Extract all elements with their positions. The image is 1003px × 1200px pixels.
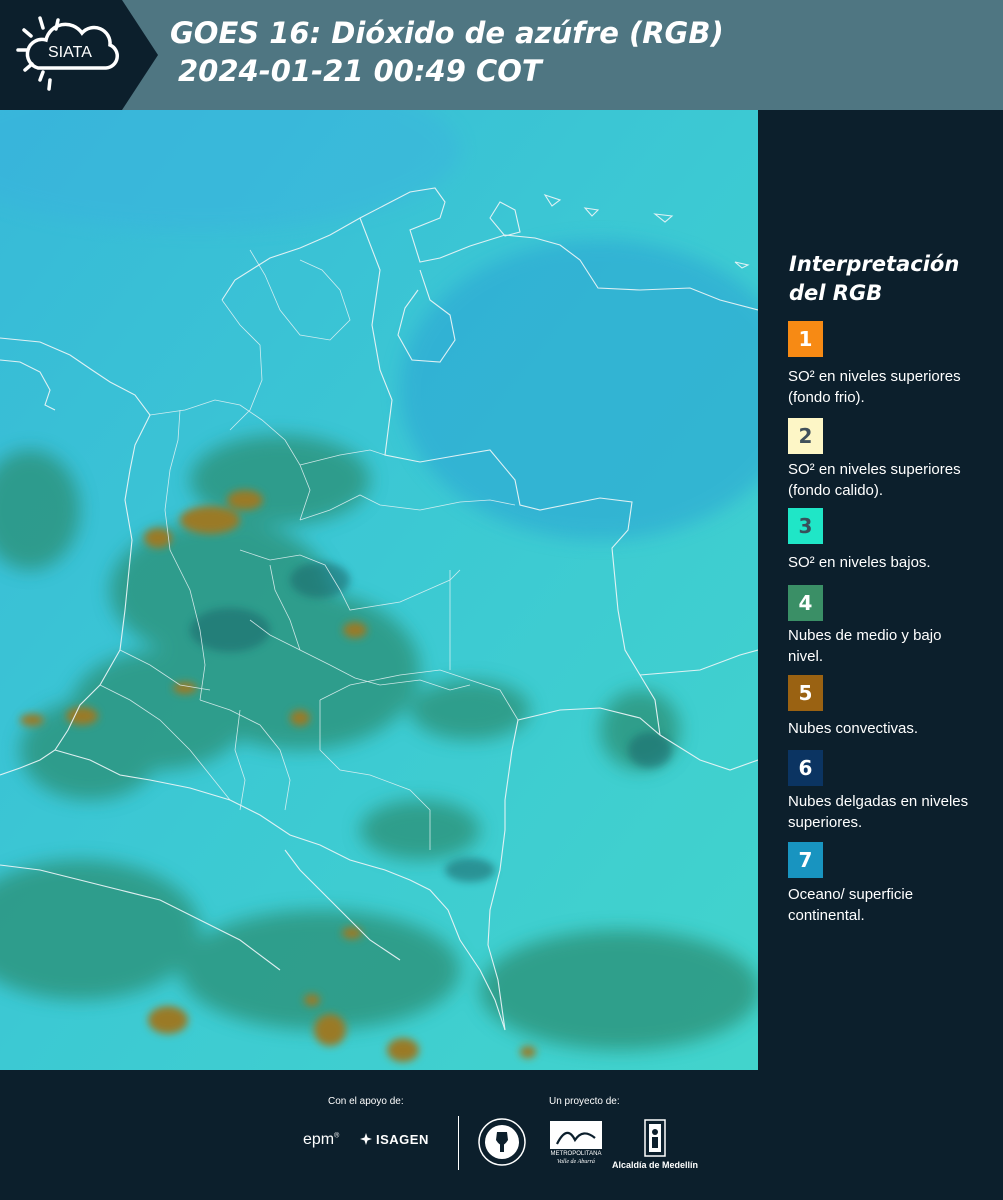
legend-desc-2: SO² en niveles superiores (fondo calido)… [788,461,961,499]
legend-number-3: 3 [798,514,813,538]
legend-swatch-7: 7 [788,842,823,878]
legend-desc-3: SO² en niveles bajos. [788,554,931,571]
satellite-image [0,110,758,1070]
legend-title-line1: Interpretación [789,252,960,276]
isagen-logo-text: ISAGEN [376,1132,429,1147]
area-metropolitana-logo[interactable]: METROPOLITANA Valle de Aburrá [549,1120,603,1168]
isagen-star-icon [360,1133,372,1145]
epm-logo[interactable]: epm® [303,1131,339,1149]
footer-divider [458,1116,459,1170]
alcaldia-text: Alcaldía de Medellín [612,1160,699,1170]
satellite-map[interactable] [0,110,758,1070]
legend-number-7: 7 [798,848,813,872]
siata-logo-text: SIATA [48,44,92,61]
legend-number-4: 4 [798,591,813,615]
legend-swatch-6: 6 [788,750,823,786]
legend-number-2: 2 [798,424,813,448]
legend-panel: Interpretación del RGB 1 SO² en niveles … [758,110,1003,1070]
legend-title-line2: del RGB [789,281,883,305]
legend-number-6: 6 [798,756,813,780]
legend-title: Interpretación del RGB [789,250,999,308]
legend-swatch-3: 3 [788,508,823,544]
support-label: Con el apoyo de: [328,1096,404,1107]
isagen-logo[interactable]: ISAGEN [360,1132,429,1147]
header: SIATA GOES 16: Dióxido de azúfre (RGB) 2… [0,0,1003,110]
alcaldia-crest-icon [643,1118,667,1158]
siata-logo[interactable]: SIATA [0,0,158,110]
project-label: Un proyecto de: [549,1096,620,1107]
legend-swatch-4: 4 [788,585,823,621]
page-timestamp: 2024-01-21 00:49 COT [178,54,542,88]
area-metropolitana-text: METROPOLITANA [550,1151,602,1157]
footer: Con el apoyo de: Un proyecto de: epm® IS… [0,1070,1003,1200]
medellin-seal-logo[interactable] [478,1118,526,1166]
legend-desc-4: Nubes de medio y bajo nivel. [788,627,942,665]
valle-aburra-text: Valle de Aburrá [557,1159,595,1165]
legend-number-5: 5 [798,681,813,705]
legend-swatch-1: 1 [788,321,823,357]
legend-swatch-5: 5 [788,675,823,711]
legend-desc-5: Nubes convectivas. [788,720,919,737]
legend-number-1: 1 [798,327,813,351]
legend-desc-6: Nubes delgadas en niveles superiores. [788,793,969,831]
legend-swatch-2: 2 [788,418,823,454]
page-title: GOES 16: Dióxido de azúfre (RGB) [170,16,724,50]
epm-logo-text: epm [303,1131,335,1148]
legend-desc-1: SO² en niveles superiores (fondo frio). [788,368,961,406]
legend-desc-7: Oceano/ superficie continental. [788,886,914,924]
